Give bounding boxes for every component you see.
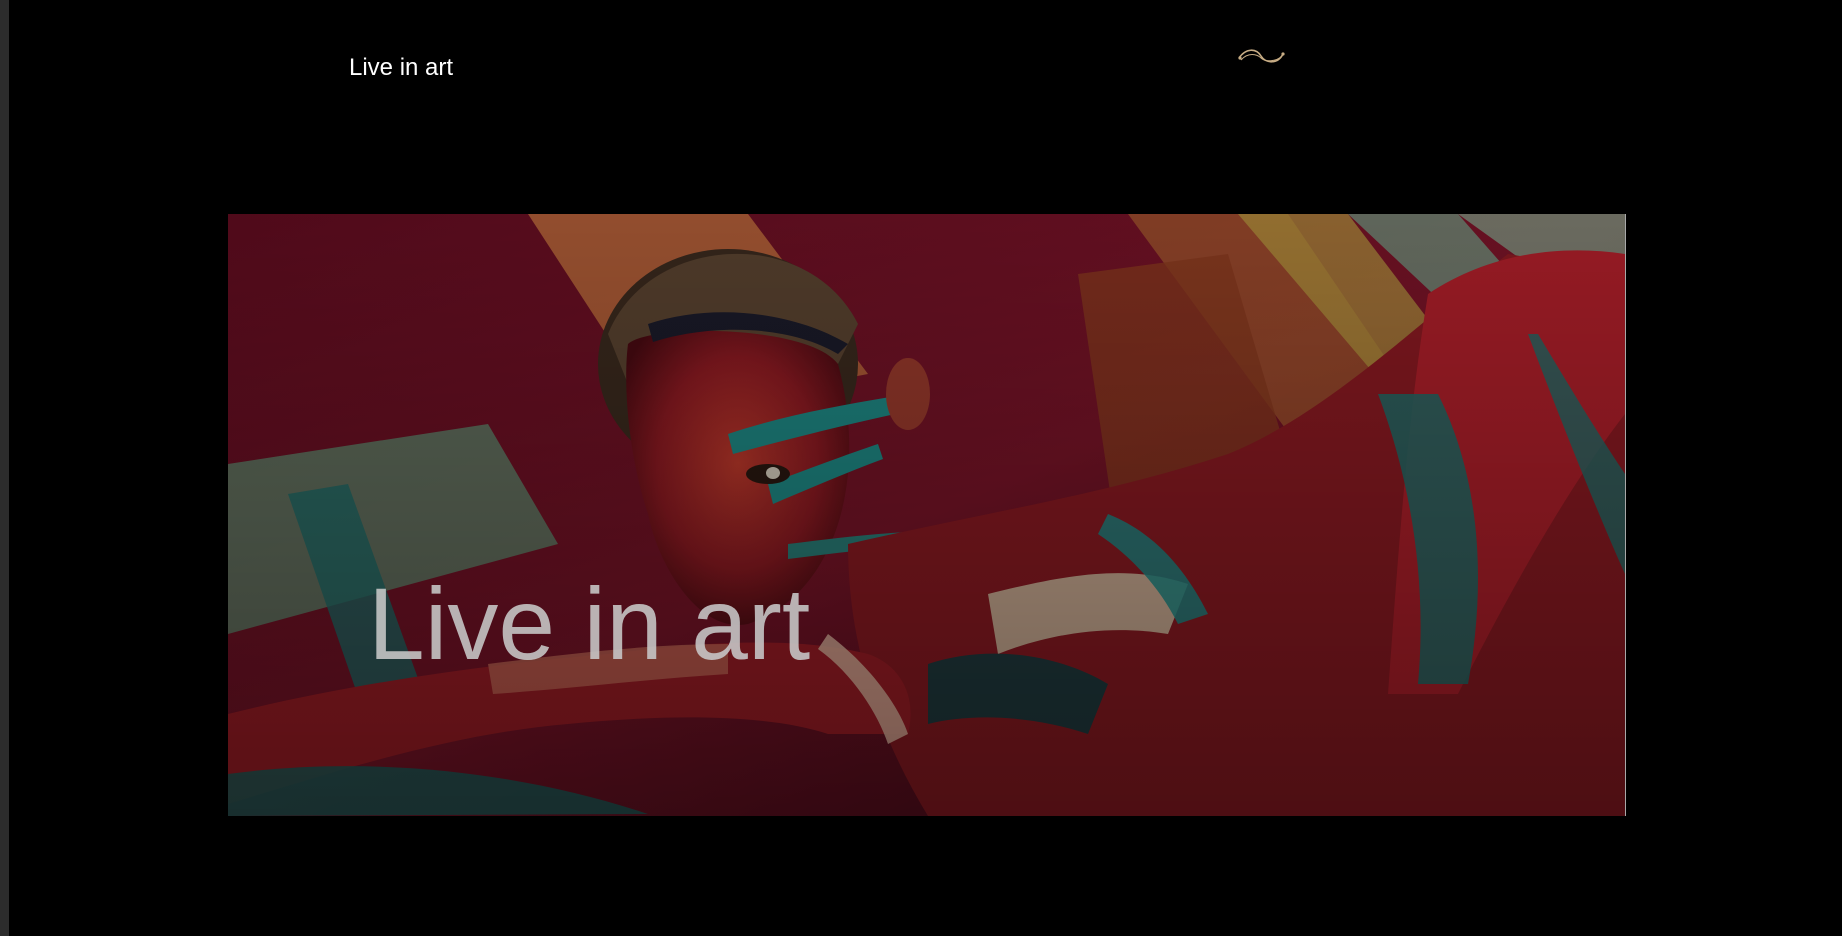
hero-title: Live in art <box>368 567 811 681</box>
painted-woman-image <box>228 214 1625 816</box>
flourish-icon <box>1238 49 1285 63</box>
site-title-link[interactable]: Live in art <box>349 53 453 83</box>
window-left-edge <box>0 0 9 936</box>
hero-banner: Live in art <box>228 214 1626 816</box>
